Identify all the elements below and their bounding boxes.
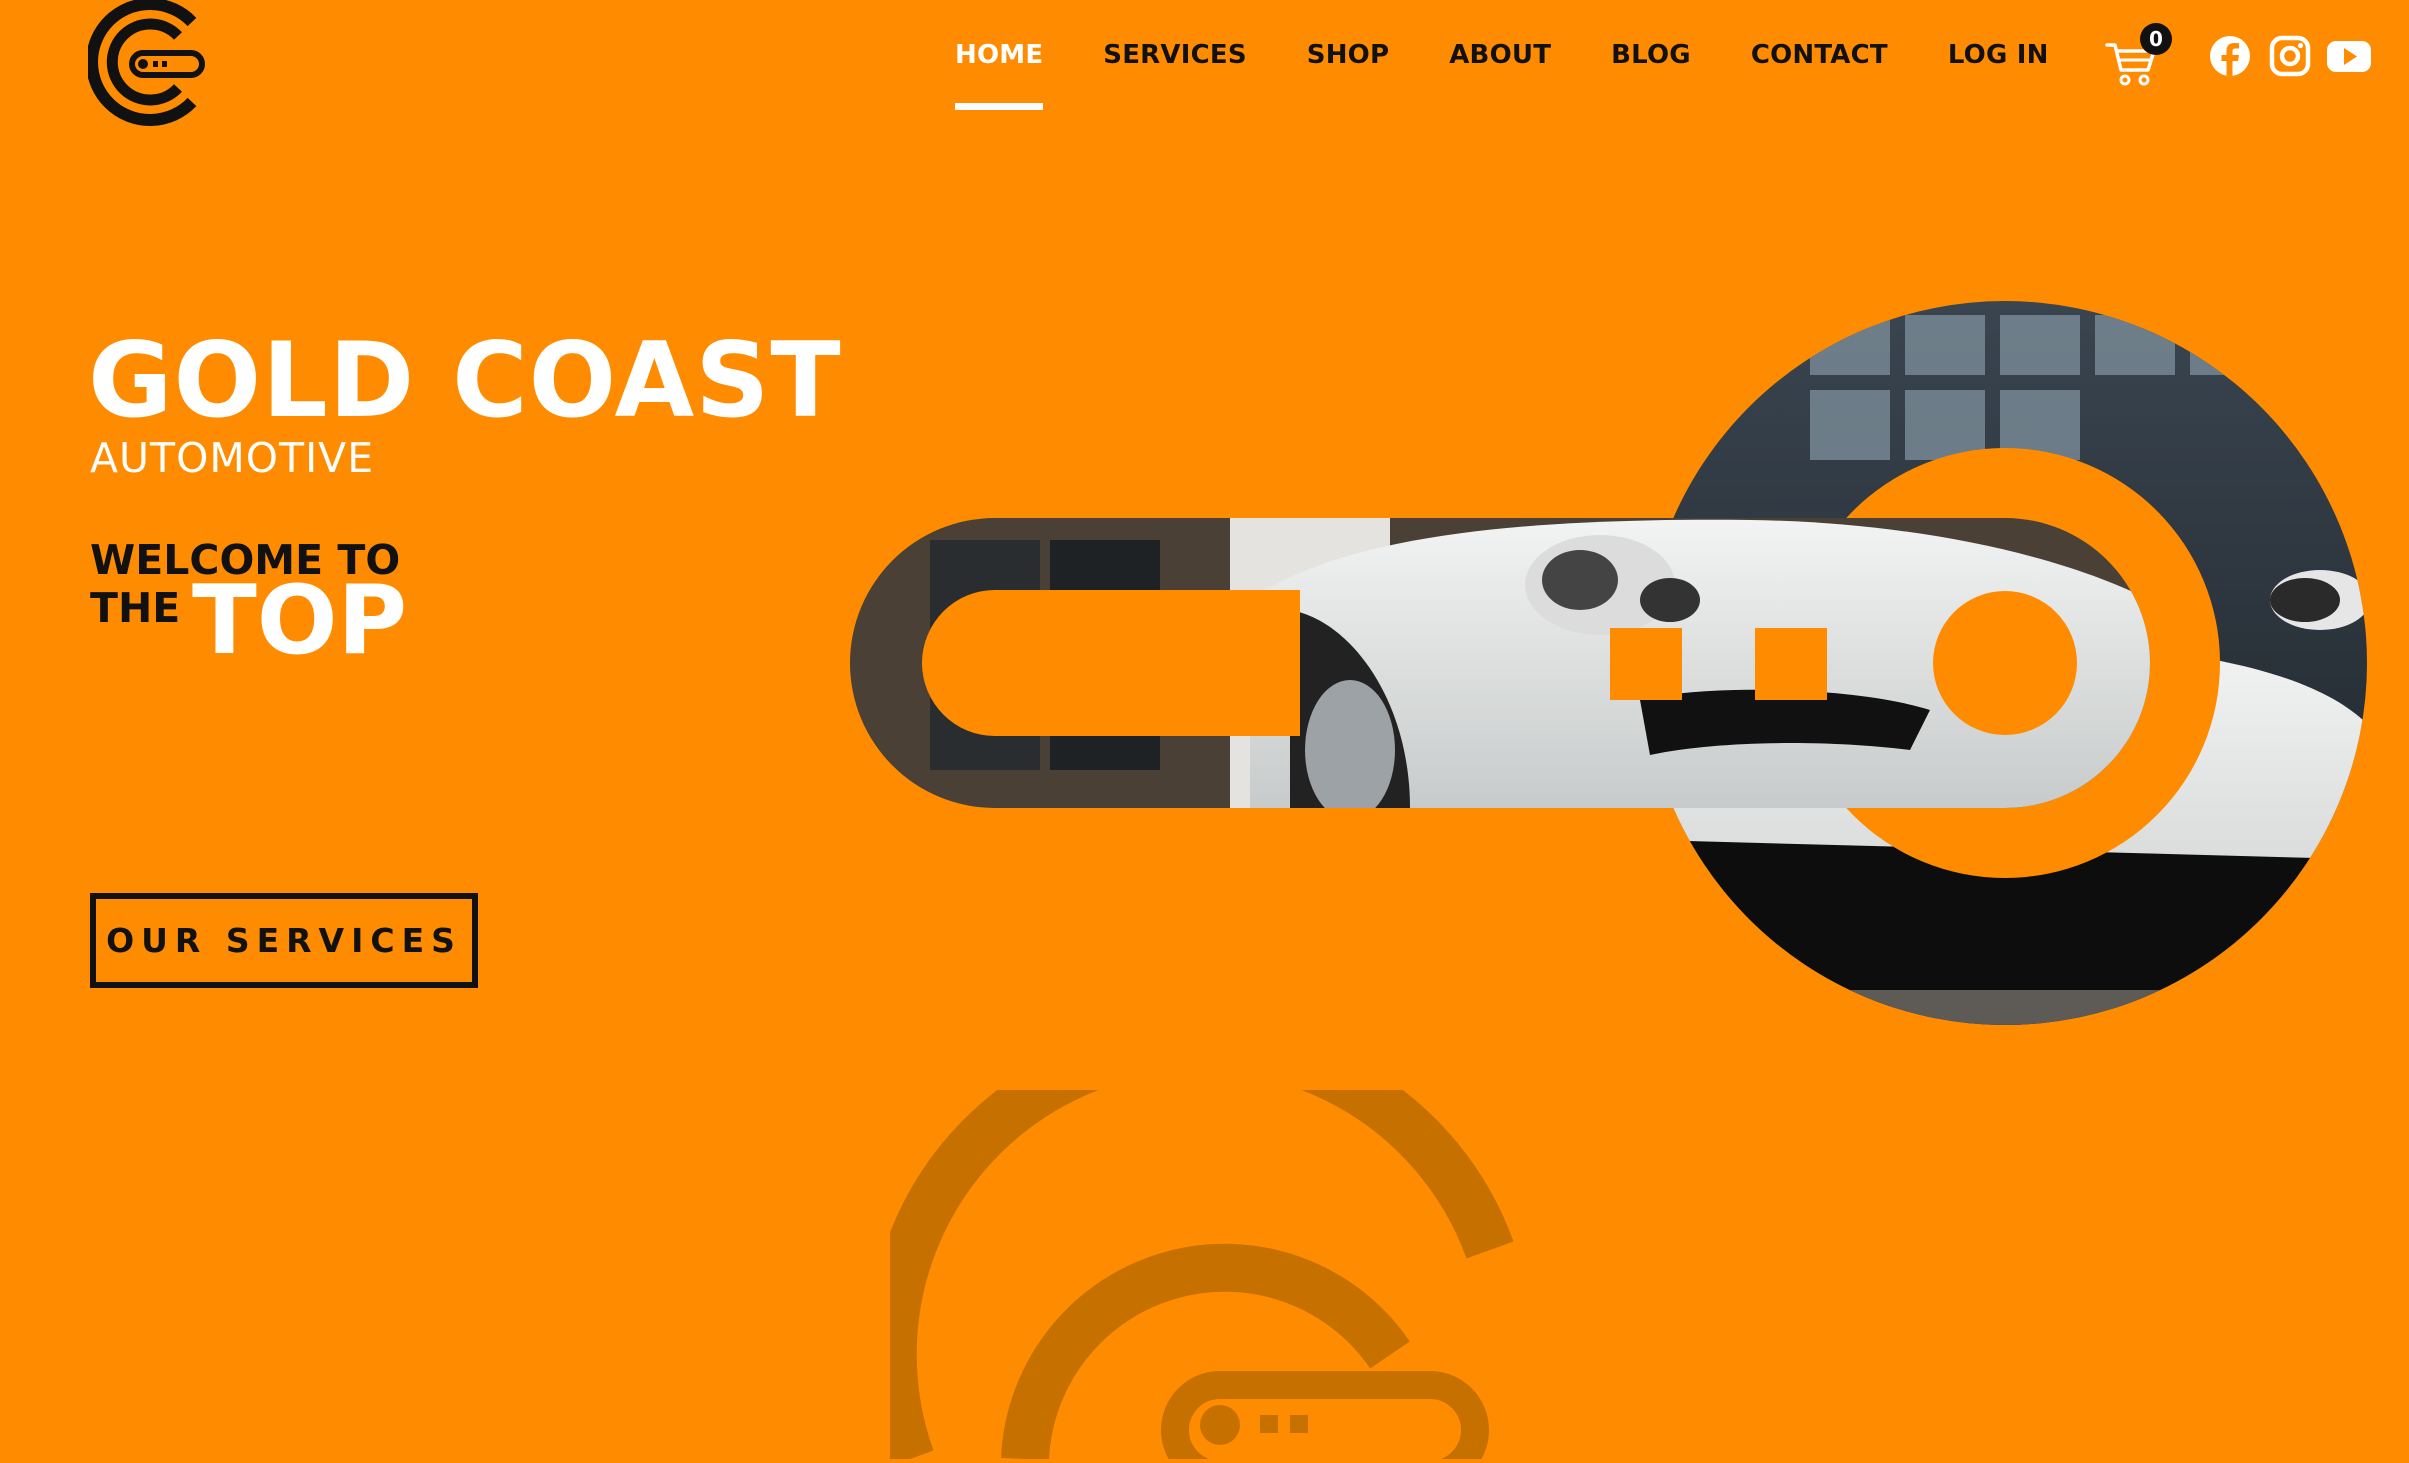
- nav-about[interactable]: ABOUT: [1419, 0, 1581, 110]
- gold-coast-c-logo-icon: [86, 0, 205, 126]
- nav-blog[interactable]: BLOG: [1581, 0, 1721, 110]
- welcome-the: THE: [90, 584, 181, 632]
- hero-image: [850, 300, 2370, 1030]
- main-nav: HOME SERVICES SHOP ABOUT BLOG CONTACT LO…: [925, 0, 2079, 110]
- welcome-top: TOP: [192, 566, 408, 676]
- instagram-link[interactable]: [2268, 34, 2312, 78]
- cart-count-badge: 0: [2140, 23, 2172, 55]
- hero-title: GOLD COAST: [88, 321, 842, 441]
- instagram-icon: [2269, 35, 2311, 77]
- car-photo-in-logo-shape: [850, 301, 2367, 1025]
- nav-services[interactable]: SERVICES: [1073, 0, 1276, 110]
- our-services-button[interactable]: OUR SERVICES: [90, 893, 478, 988]
- nav-home[interactable]: HOME: [925, 0, 1073, 110]
- hero-subtitle: AUTOMOTIVE: [90, 434, 375, 482]
- youtube-link[interactable]: [2326, 34, 2372, 78]
- background-logo-icon: [866, 1021, 1514, 1463]
- nav-shop[interactable]: SHOP: [1277, 0, 1419, 110]
- site-logo[interactable]: [86, 0, 208, 126]
- facebook-link[interactable]: [2208, 34, 2252, 78]
- facebook-icon: [2210, 36, 2250, 77]
- background-emblem: [866, 1021, 1570, 1463]
- nav-login[interactable]: LOG IN: [1918, 0, 2079, 110]
- youtube-icon: [2327, 41, 2371, 72]
- nav-contact[interactable]: CONTACT: [1721, 0, 1918, 110]
